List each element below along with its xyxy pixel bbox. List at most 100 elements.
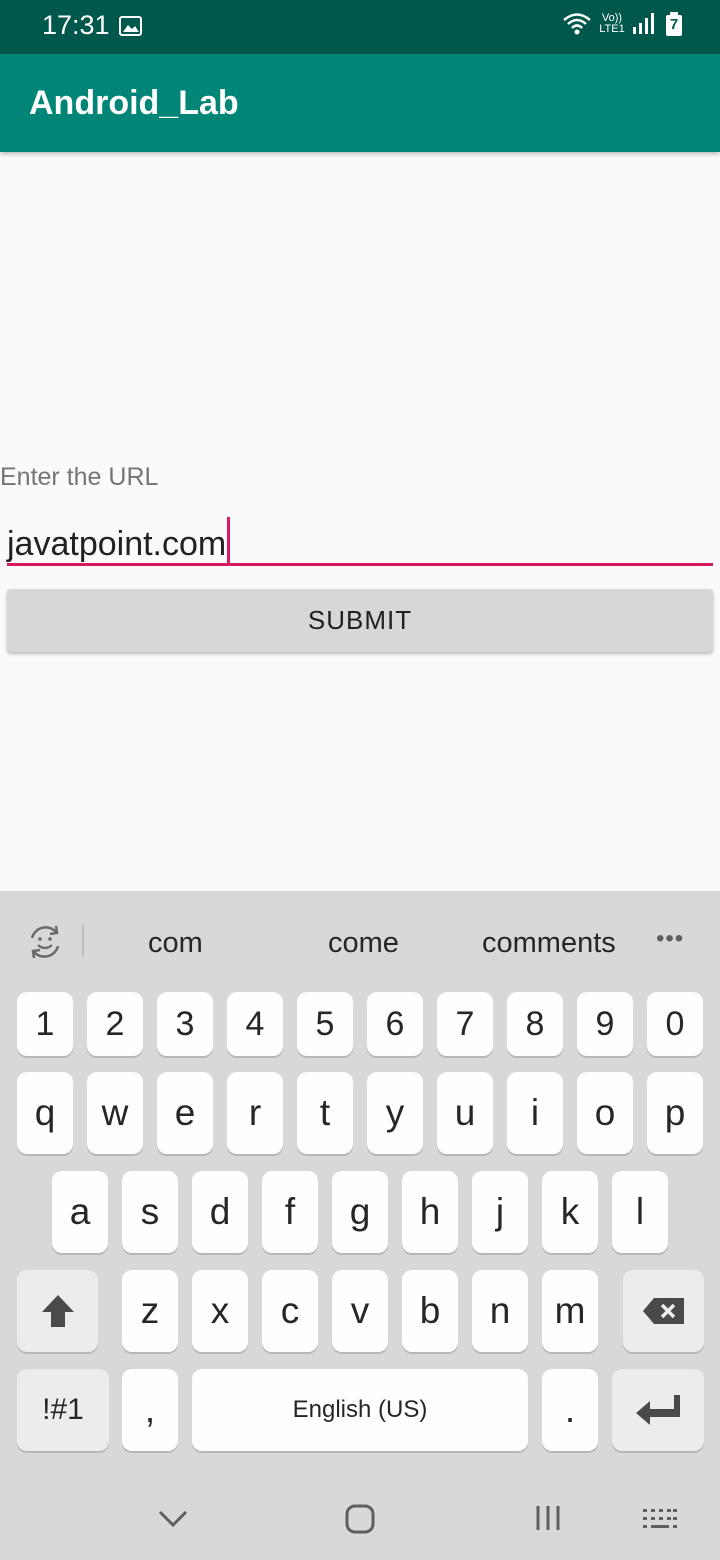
key-f[interactable]: f [262, 1171, 318, 1253]
status-icons: Vo)) LTE1 7 [562, 12, 682, 36]
key-5[interactable]: 5 [297, 992, 353, 1056]
status-time: 17:31 [42, 10, 110, 40]
key-label: n [489, 1290, 511, 1331]
suggestion-2[interactable]: come [328, 927, 399, 960]
key-9[interactable]: 9 [577, 992, 633, 1056]
battery-level: 7 [669, 16, 679, 33]
text-caret [227, 517, 231, 563]
space-label: English (US) [292, 1396, 428, 1423]
space-key[interactable]: English (US) [192, 1369, 528, 1451]
key-k[interactable]: k [542, 1171, 598, 1253]
key-v[interactable]: v [332, 1270, 388, 1352]
key-x[interactable]: x [192, 1270, 248, 1352]
key-label: d [209, 1191, 231, 1232]
key-q[interactable]: q [17, 1072, 73, 1154]
backspace-key[interactable] [623, 1270, 704, 1352]
key-o[interactable]: o [577, 1072, 633, 1154]
key-r[interactable]: r [227, 1072, 283, 1154]
key-label: !#1 [42, 1393, 84, 1426]
key-h[interactable]: h [402, 1171, 458, 1253]
key-label: u [454, 1092, 476, 1133]
key-label: . [564, 1389, 576, 1430]
key-c[interactable]: c [262, 1270, 318, 1352]
network-label: Vo)) LTE1 [599, 12, 625, 35]
key-j[interactable]: j [472, 1171, 528, 1253]
keyboard-switch-icon[interactable] [642, 1508, 678, 1530]
key-s[interactable]: s [122, 1171, 178, 1253]
key-w[interactable]: w [87, 1072, 143, 1154]
key-p[interactable]: p [647, 1072, 703, 1154]
key-g[interactable]: g [332, 1171, 388, 1253]
key-t[interactable]: t [297, 1072, 353, 1154]
key-z[interactable]: z [122, 1270, 178, 1352]
key-label: w [101, 1092, 129, 1133]
key-d[interactable]: d [192, 1171, 248, 1253]
url-input-text: javatpoint.com [7, 525, 227, 563]
key-label: 9 [595, 1004, 615, 1043]
nav-recents-icon[interactable] [534, 1504, 562, 1532]
status-bar: 17:31 Vo)) LTE1 7 [0, 0, 720, 54]
navigation-bar [0, 1480, 720, 1560]
shift-key[interactable] [17, 1270, 98, 1352]
key-label: 0 [665, 1004, 685, 1043]
key-label: y [385, 1092, 405, 1133]
key-label: s [140, 1191, 160, 1232]
key-e[interactable]: e [157, 1072, 213, 1154]
more-suggestions-button[interactable]: ••• [656, 925, 684, 953]
key-label: 5 [315, 1004, 335, 1043]
gallery-icon [119, 16, 142, 36]
period-key[interactable]: . [542, 1369, 598, 1451]
battery-icon: 7 [666, 12, 682, 36]
key-label: g [349, 1191, 371, 1232]
suggestion-1[interactable]: com [148, 927, 203, 960]
key-label: 6 [385, 1004, 405, 1043]
nav-back-icon[interactable] [158, 1510, 188, 1528]
key-label: o [594, 1092, 616, 1133]
key-a[interactable]: a [52, 1171, 108, 1253]
signal-icon [633, 13, 654, 34]
key-label: z [140, 1290, 160, 1331]
emoji-refresh-icon[interactable] [26, 924, 64, 960]
key-label: i [530, 1092, 540, 1133]
key-0[interactable]: 0 [647, 992, 703, 1056]
key-label: t [319, 1092, 331, 1133]
comma-key[interactable]: , [122, 1369, 178, 1451]
key-label: c [280, 1290, 300, 1331]
enter-icon [636, 1395, 680, 1425]
key-8[interactable]: 8 [507, 992, 563, 1056]
key-6[interactable]: 6 [367, 992, 423, 1056]
backspace-icon [642, 1298, 684, 1324]
key-label: j [495, 1191, 505, 1232]
key-l[interactable]: l [612, 1171, 668, 1253]
key-3[interactable]: 3 [157, 992, 213, 1056]
key-2[interactable]: 2 [87, 992, 143, 1056]
nav-home-icon[interactable] [345, 1504, 375, 1534]
key-label: 4 [245, 1004, 265, 1043]
url-input-value: javatpoint.com [7, 517, 231, 564]
key-label: 3 [175, 1004, 195, 1043]
suggestion-3[interactable]: comments [482, 927, 616, 960]
key-label: h [419, 1191, 441, 1232]
url-label: Enter the URL [0, 463, 159, 491]
key-label: x [210, 1290, 230, 1331]
key-i[interactable]: i [507, 1072, 563, 1154]
key-label: e [174, 1092, 196, 1133]
key-label: b [419, 1290, 441, 1331]
key-m[interactable]: m [542, 1270, 598, 1352]
key-label: 1 [35, 1004, 55, 1043]
key-label: , [144, 1389, 156, 1430]
enter-key[interactable] [612, 1369, 704, 1451]
symbols-key[interactable]: !#1 [17, 1369, 109, 1451]
key-label: r [248, 1092, 262, 1133]
key-7[interactable]: 7 [437, 992, 493, 1056]
submit-button[interactable]: SUBMIT [7, 589, 713, 652]
key-y[interactable]: y [367, 1072, 423, 1154]
key-label: m [554, 1290, 586, 1331]
key-label: v [350, 1290, 370, 1331]
key-b[interactable]: b [402, 1270, 458, 1352]
key-n[interactable]: n [472, 1270, 528, 1352]
key-4[interactable]: 4 [227, 992, 283, 1056]
key-u[interactable]: u [437, 1072, 493, 1154]
key-label: a [69, 1191, 91, 1232]
key-1[interactable]: 1 [17, 992, 73, 1056]
